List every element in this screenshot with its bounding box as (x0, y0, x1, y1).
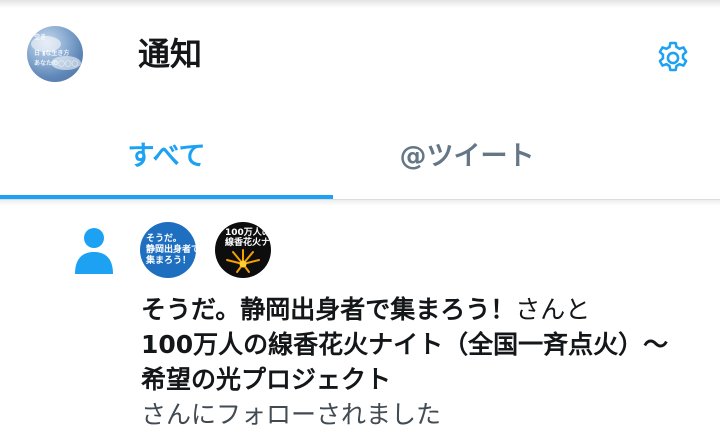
avatar-text: 集まろう！ (146, 256, 192, 266)
avatar-text: 日 ▮な生き方 (34, 50, 70, 57)
avatar-text: そうだ。 (146, 234, 182, 244)
notification-text: そうだ。静岡出身者で集まろう！さんと 100万人の線香花火ナイト（全国一斉点火）… (141, 292, 681, 432)
followed-text: さんにフォローされました (141, 400, 442, 429)
notification-item[interactable]: そうだ。 静岡出身者で 集まろう！ 100万人の 線香花火ナイト そうだ。静岡出… (0, 204, 720, 448)
user1-name[interactable]: そうだ。静岡出身者で集まろう！ (141, 295, 515, 324)
connector-text: さんと (515, 295, 591, 324)
tab-tweets[interactable]: @ツイート (297, 108, 637, 198)
gear-icon (658, 41, 688, 72)
avatar-text: 空き (34, 34, 47, 41)
tab-bar: すべて @ツイート (0, 108, 720, 206)
user2-name[interactable]: 100万人の線香花火ナイト（全国一斉点火）〜希望の光プロジェクト (141, 330, 668, 394)
avatar-text: あなたの◯◯◯ (34, 60, 79, 67)
settings-button[interactable] (653, 38, 693, 78)
tab-all[interactable]: すべて (0, 108, 333, 198)
top-shadow (0, 0, 720, 8)
fireworks-icon (226, 249, 260, 273)
follower-avatar[interactable]: そうだ。 静岡出身者で 集まろう！ (140, 222, 196, 278)
person-icon (75, 228, 113, 274)
follower-avatar[interactable]: 100万人の 線香花火ナイト (215, 222, 271, 278)
avatar[interactable]: 空き 日 ▮な生き方 あなたの◯◯◯ (27, 26, 83, 82)
avatar-text: 静岡出身者で (146, 245, 196, 255)
page-title: 通知 (138, 35, 203, 73)
header: 空き 日 ▮な生き方 あなたの◯◯◯ 通知 (0, 8, 720, 108)
